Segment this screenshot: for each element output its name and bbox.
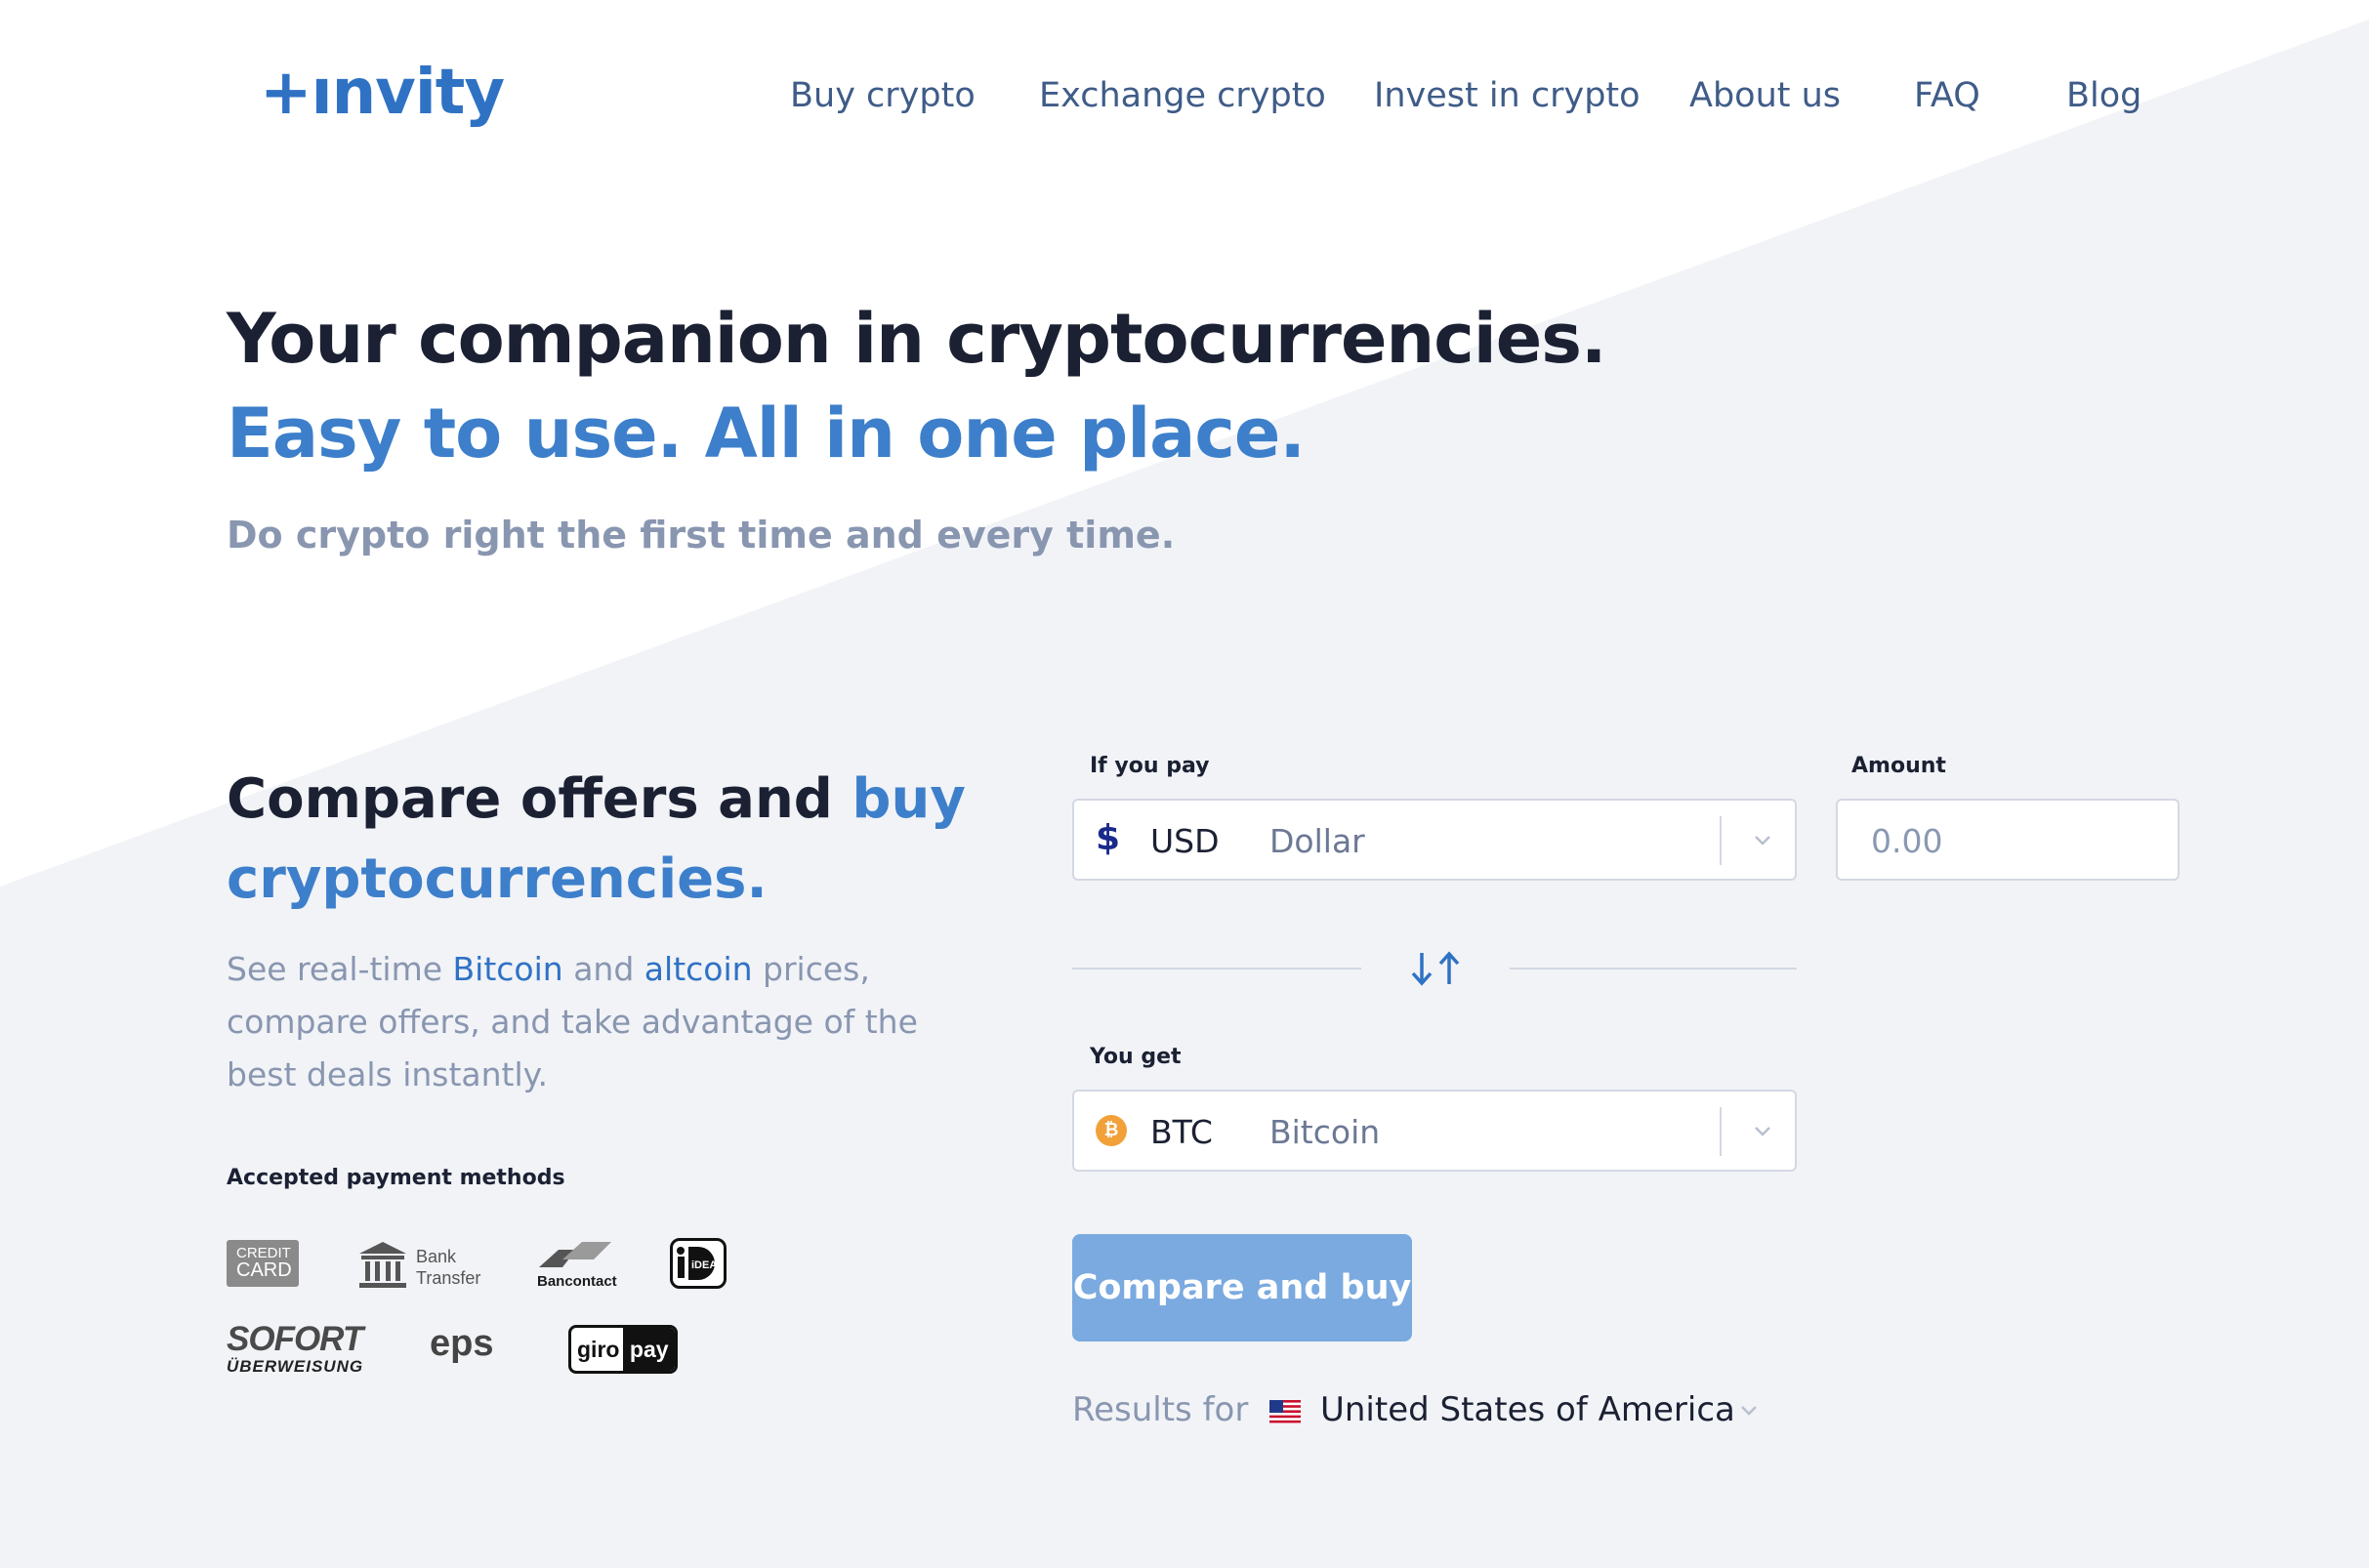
ideal-logo: iDEAL bbox=[670, 1238, 727, 1289]
country-select[interactable]: United States of America bbox=[1269, 1386, 1777, 1441]
giropay-logo: giro pay bbox=[568, 1325, 678, 1374]
invity-logo[interactable]: +ınvity bbox=[260, 57, 505, 129]
bank-transfer-logo: Bank Transfer bbox=[357, 1238, 484, 1291]
us-flag-icon bbox=[1269, 1400, 1301, 1424]
eps-logo: eps bbox=[430, 1322, 518, 1377]
desc-text-1: See real-time bbox=[227, 950, 453, 988]
bitcoin-icon: ₿ bbox=[1096, 1115, 1127, 1146]
chevron-down-icon[interactable] bbox=[1734, 1396, 1764, 1425]
divider-right bbox=[1510, 968, 1797, 970]
amount-label: Amount bbox=[1851, 754, 1946, 778]
bancontact-logo: Bancontact bbox=[533, 1238, 617, 1293]
bank-line2: Transfer bbox=[416, 1268, 481, 1288]
bancontact-label: Bancontact bbox=[537, 1273, 617, 1290]
pay-label: If you pay bbox=[1090, 754, 1210, 778]
amount-input[interactable]: 0.00 bbox=[1836, 799, 2180, 881]
hero-tagline: Easy to use. All in one place. bbox=[227, 393, 1306, 474]
dollar-icon: $ bbox=[1096, 818, 1121, 858]
get-label: You get bbox=[1090, 1045, 1182, 1069]
ideal-icon: iDEAL bbox=[677, 1247, 724, 1280]
compare-description: See real-time Bitcoin and altcoin prices… bbox=[227, 943, 988, 1101]
compare-and-buy-button[interactable]: Compare and buy bbox=[1072, 1234, 1412, 1341]
chevron-down-icon[interactable] bbox=[1748, 1117, 1777, 1146]
giropay-part2: pay bbox=[623, 1328, 675, 1371]
divider-left bbox=[1072, 968, 1361, 970]
compare-heading: Compare offers and buy cryptocurrencies. bbox=[227, 760, 988, 920]
chevron-down-icon[interactable] bbox=[1748, 826, 1777, 855]
nav-about-us[interactable]: About us bbox=[1689, 76, 1841, 115]
pay-currency-code: USD bbox=[1150, 822, 1220, 860]
ideal-label: iDEAL bbox=[691, 1259, 724, 1271]
sofort-line1: SOFORT bbox=[227, 1320, 363, 1358]
nav-buy-crypto[interactable]: Buy crypto bbox=[790, 76, 976, 115]
country-name: United States of America bbox=[1320, 1390, 1735, 1429]
nav-blog[interactable]: Blog bbox=[2066, 76, 2141, 115]
get-currency-code: BTC bbox=[1150, 1113, 1213, 1151]
hero-subtitle: Do crypto right the first time and every… bbox=[227, 514, 1176, 557]
bancontact-icon bbox=[539, 1242, 611, 1267]
altcoin-link[interactable]: altcoin bbox=[644, 950, 753, 988]
eps-label: eps bbox=[430, 1323, 494, 1364]
payment-methods-title: Accepted payment methods bbox=[227, 1166, 565, 1190]
select-divider bbox=[1720, 1107, 1722, 1156]
sofort-logo: SOFORT ÜBERWEISUNG bbox=[227, 1322, 379, 1377]
pay-currency-name: Dollar bbox=[1269, 822, 1365, 860]
swap-icon[interactable] bbox=[1406, 947, 1465, 990]
results-for-label: Results for bbox=[1072, 1390, 1249, 1429]
giropay-part1: giro bbox=[577, 1336, 620, 1362]
credit-card-logo: CREDIT CARD bbox=[227, 1240, 299, 1287]
select-divider bbox=[1720, 816, 1722, 865]
compare-heading-part1: Compare offers and bbox=[227, 767, 852, 831]
bank-icon bbox=[359, 1242, 406, 1288]
nav-invest-in-crypto[interactable]: Invest in crypto bbox=[1374, 76, 1641, 115]
nav-exchange-crypto[interactable]: Exchange crypto bbox=[1039, 76, 1326, 115]
desc-text-2: and bbox=[562, 950, 644, 988]
bitcoin-link[interactable]: Bitcoin bbox=[453, 950, 563, 988]
nav-faq[interactable]: FAQ bbox=[1914, 76, 1980, 115]
bank-line1: Bank bbox=[416, 1247, 457, 1266]
hero-title: Your companion in cryptocurrencies. bbox=[227, 299, 1606, 379]
credit-card-line2: CARD bbox=[236, 1259, 292, 1281]
pay-currency-select[interactable]: $ USD Dollar bbox=[1072, 799, 1797, 881]
get-currency-name: Bitcoin bbox=[1269, 1113, 1381, 1151]
get-currency-select[interactable]: ₿ BTC Bitcoin bbox=[1072, 1090, 1797, 1172]
sofort-line2: ÜBERWEISUNG bbox=[227, 1357, 364, 1376]
